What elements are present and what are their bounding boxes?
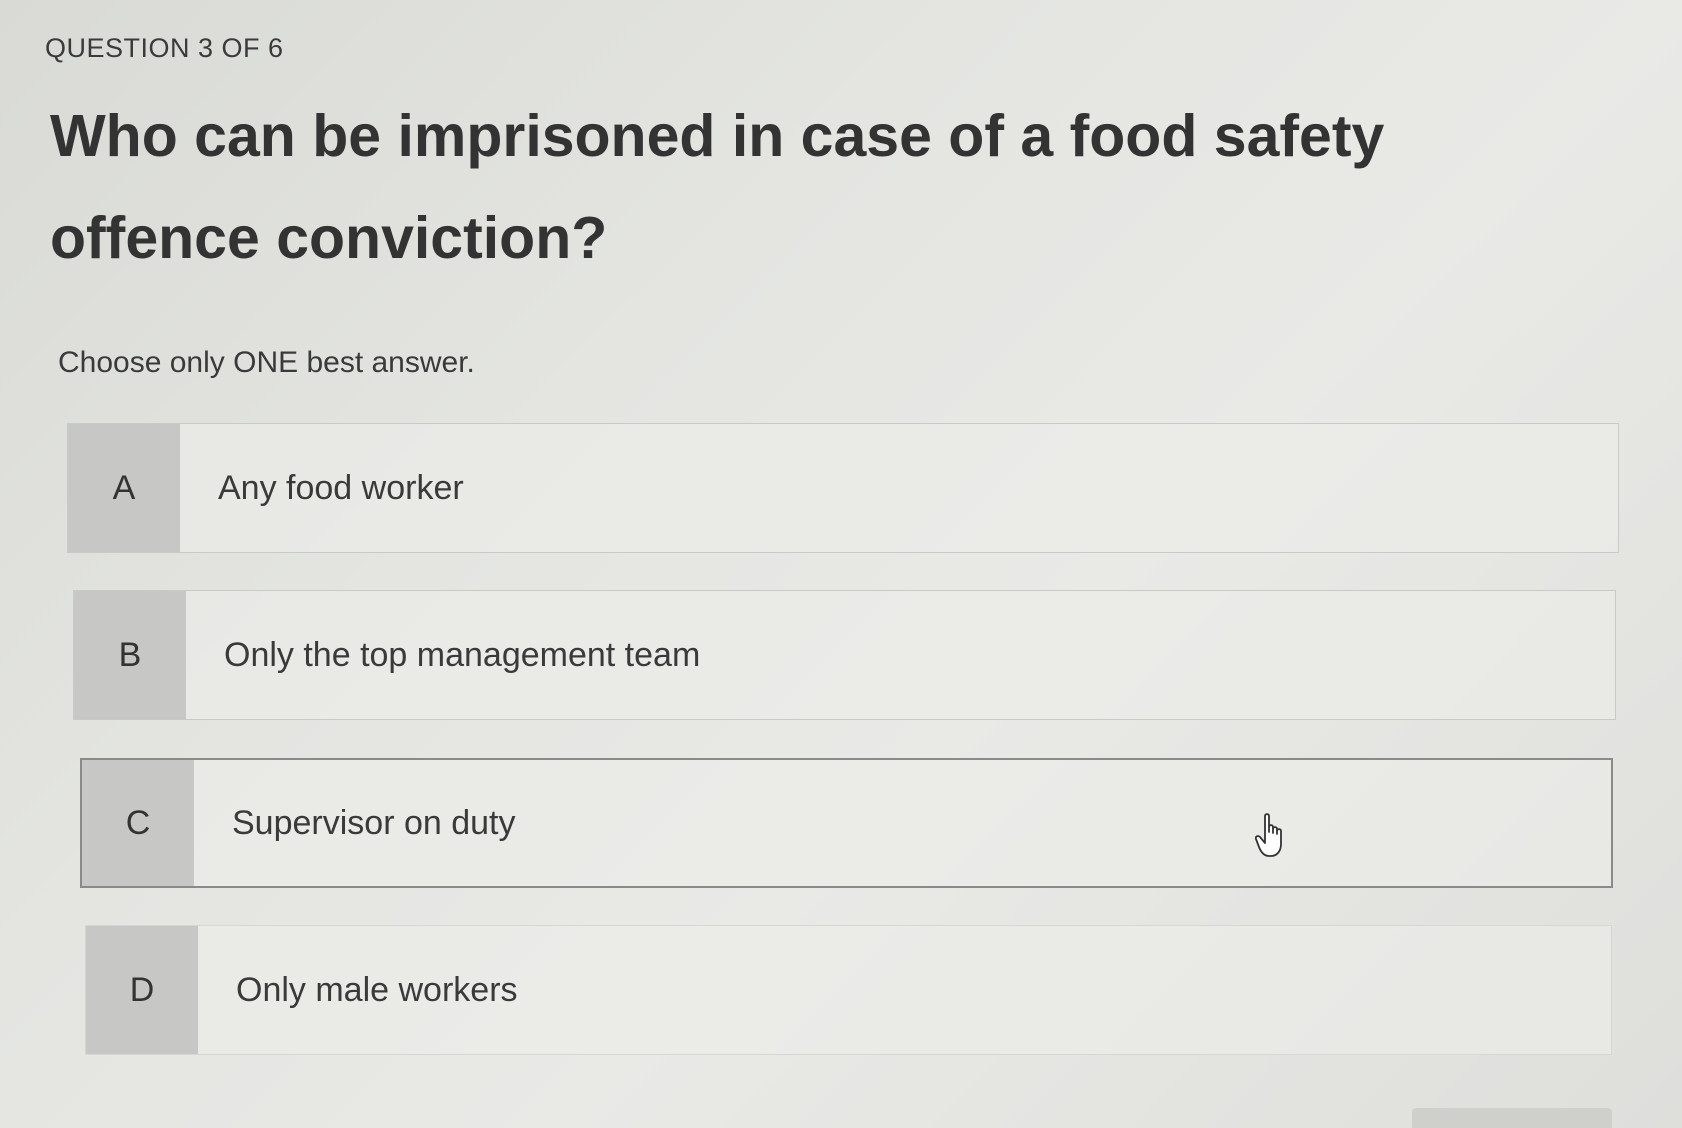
option-a[interactable]: A Any food worker — [67, 423, 1619, 553]
option-d[interactable]: D Only male workers — [85, 925, 1612, 1055]
option-c[interactable]: C Supervisor on duty — [80, 758, 1613, 888]
next-button-partial[interactable] — [1412, 1108, 1612, 1128]
hand-pointer-icon — [1255, 813, 1282, 857]
option-text-a: Any food worker — [218, 468, 464, 507]
option-letter-b: B — [74, 591, 186, 719]
option-letter-d: D — [86, 926, 198, 1054]
option-text-b: Only the top management team — [224, 635, 701, 674]
option-b[interactable]: B Only the top management team — [73, 590, 1616, 720]
option-letter-c: C — [82, 760, 194, 886]
question-counter: QUESTION 3 OF 6 — [45, 33, 284, 63]
option-text-d: Only male workers — [236, 970, 518, 1009]
instruction-text: Choose only ONE best answer. — [58, 346, 475, 379]
option-text-c: Supervisor on duty — [232, 803, 516, 842]
option-letter-a: A — [68, 424, 180, 552]
question-text: Who can be imprisoned in case of a food … — [50, 103, 1385, 271]
